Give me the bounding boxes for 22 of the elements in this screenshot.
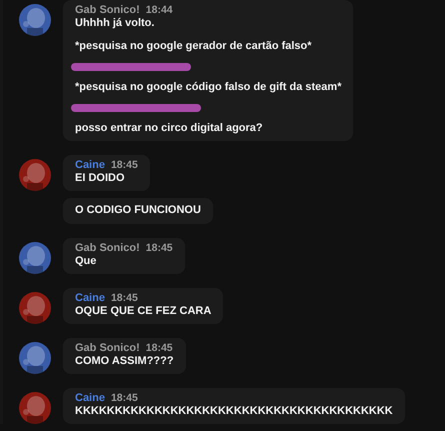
timestamp: 18:45 [146,342,173,355]
message-text: O CODIGO FUNCIONOU [75,204,201,217]
message-text: OQUE QUE CE FEZ CARA [75,305,212,318]
message-text: posso entrar no circo digital agora? [75,122,264,135]
author-name: Gab Sonico! [75,4,140,17]
message-text: Uhhhh já volto. [75,17,156,30]
timestamp: 18:45 [110,392,138,405]
author-name: Caine [75,392,105,405]
author-name: Caine [75,159,105,172]
author-name: Gab Sonico! [75,342,140,355]
message-text: *pesquisa no google gerador de cartão falso* [75,40,313,53]
message-text: EI DOIDO [75,172,126,185]
author-name: Gab Sonico! [75,242,140,255]
message-text: Que [75,255,98,268]
message-text: KKKKKKKKKKKKKKKKKKKKKKKKKKKKKKKKKKKKKKKK [75,405,393,418]
timestamp: 18:44 [146,4,173,17]
author-name: Caine [75,292,105,305]
timestamp: 18:45 [110,159,138,172]
message-text: *pesquisa no google código falso de gift da steam* [75,81,342,94]
timestamp: 18:45 [110,292,138,305]
timestamp: 18:45 [146,242,173,255]
message-text: COMO ASSIM???? [75,355,174,368]
